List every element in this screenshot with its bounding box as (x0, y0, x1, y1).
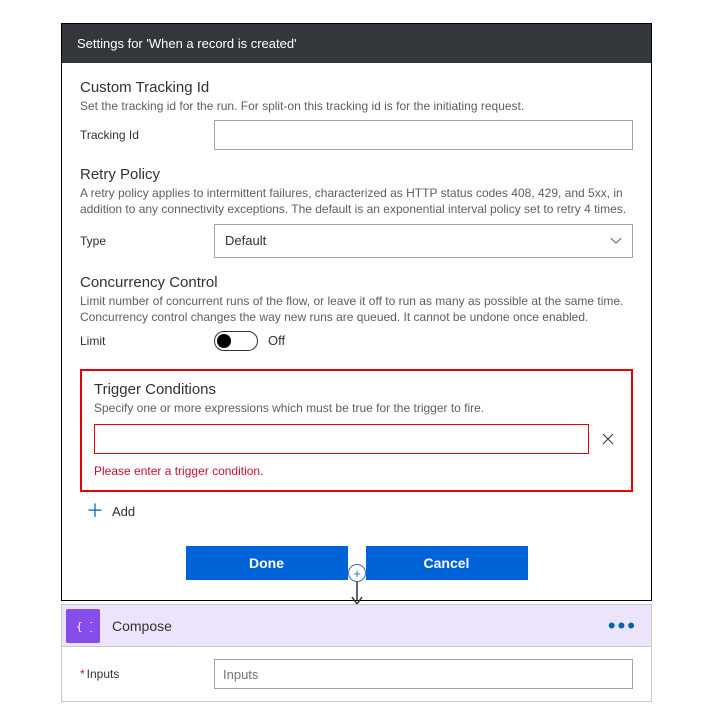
tracking-desc: Set the tracking id for the run. For spl… (80, 98, 633, 114)
compose-inputs-field[interactable] (214, 659, 633, 689)
done-button[interactable]: Done (186, 546, 348, 580)
trigger-title: Trigger Conditions (94, 381, 619, 398)
tracking-title: Custom Tracking Id (80, 79, 633, 96)
retry-desc: A retry policy applies to intermittent f… (80, 185, 633, 217)
settings-body: Custom Tracking Id Set the tracking id f… (62, 63, 651, 600)
chevron-down-icon (610, 237, 622, 245)
trigger-error: Please enter a trigger condition. (94, 464, 619, 478)
tracking-label: Tracking Id (80, 128, 214, 142)
trigger-desc: Specify one or more expressions which mu… (94, 400, 619, 416)
add-condition-button[interactable]: ＋ Add (86, 502, 633, 520)
plus-icon: ＋ (86, 502, 104, 520)
add-step-button[interactable]: + (348, 564, 366, 582)
svg-text:{ }: { } (76, 620, 92, 633)
retry-title: Retry Policy (80, 166, 633, 183)
concurrency-desc: Limit number of concurrent runs of the f… (80, 293, 633, 325)
compose-menu-button[interactable]: ••• (594, 620, 651, 631)
retry-type-select[interactable]: Default (214, 224, 633, 258)
settings-header: Settings for 'When a record is created' (62, 24, 651, 63)
trigger-expression-input[interactable] (94, 424, 589, 454)
compose-inputs-label: *Inputs (80, 667, 214, 681)
remove-expression-button[interactable] (597, 428, 619, 450)
concurrency-limit-label: Limit (80, 334, 214, 348)
arrow-down-icon (350, 582, 364, 606)
tracking-id-input[interactable] (214, 120, 633, 150)
compose-header[interactable]: { } Compose ••• (62, 605, 651, 647)
compose-card: { } Compose ••• *Inputs (61, 604, 652, 702)
close-icon (601, 432, 615, 446)
compose-body: *Inputs (62, 647, 651, 701)
concurrency-state: Off (268, 333, 285, 348)
retry-type-label: Type (80, 234, 214, 248)
toggle-knob (217, 334, 231, 348)
trigger-conditions-section: Trigger Conditions Specify one or more e… (80, 369, 633, 492)
flow-connector: + (348, 564, 366, 606)
settings-panel: Settings for 'When a record is created' … (61, 23, 652, 601)
concurrency-toggle[interactable] (214, 331, 258, 351)
retry-type-selected: Default (225, 233, 266, 248)
compose-icon: { } (66, 609, 100, 643)
concurrency-title: Concurrency Control (80, 274, 633, 291)
compose-title: Compose (112, 618, 594, 634)
add-label: Add (112, 504, 135, 519)
cancel-button[interactable]: Cancel (366, 546, 528, 580)
